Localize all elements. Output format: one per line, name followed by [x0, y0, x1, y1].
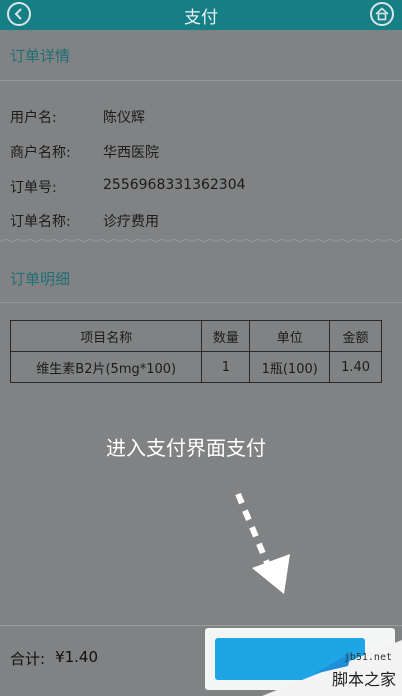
detail-label: 用户名: [10, 110, 57, 126]
detail-value: 华西医院 [103, 145, 159, 161]
footer-divider [0, 625, 402, 626]
order-items-title: 订单明细 [10, 270, 71, 288]
column-header: 项目名称 [9, 320, 203, 352]
chevron-left-icon [14, 8, 22, 20]
divider [0, 302, 402, 303]
total-value: ¥1.40 [55, 648, 99, 666]
divider [0, 80, 402, 81]
detail-value: 诊疗费用 [103, 214, 159, 230]
total-amount: 合计: ¥1.40 [10, 648, 98, 669]
detail-value: 2556968331362304 [103, 177, 246, 193]
table-cell: 维生素B2片(5mg*100) [9, 351, 203, 383]
watermark-url: jb51.net [343, 652, 392, 663]
order-items-table: 项目名称 数量 单位 金额 维生素B2片(5mg*100) 1 1瓶(100) … [9, 320, 382, 383]
detail-row-order-number: 订单号: 2556968331362304 [10, 177, 246, 197]
table-cell: 1.40 [329, 351, 382, 383]
detail-row-order-name: 订单名称: 诊疗费用 [10, 211, 159, 231]
column-header: 金额 [329, 320, 382, 352]
detail-label: 订单号: [10, 180, 57, 196]
zigzag-separator [0, 238, 402, 243]
table-header-row: 项目名称 数量 单位 金额 [9, 320, 382, 352]
order-details-title: 订单详情 [10, 47, 71, 65]
instruction-text: 进入支付界面支付 [106, 436, 266, 460]
dashed-arrow-icon [235, 492, 290, 594]
detail-row-merchant: 商户名称: 华西医院 [10, 142, 159, 162]
table-row: 维生素B2片(5mg*100) 1 1瓶(100) 1.40 [9, 351, 382, 383]
detail-value: 陈仪辉 [103, 110, 145, 126]
page-title: 支付 [184, 7, 218, 28]
watermark-text: 脚本之家 [331, 670, 396, 689]
home-button[interactable] [370, 2, 394, 26]
detail-row-username: 用户名: 陈仪辉 [10, 107, 145, 127]
detail-label: 商户名称: [10, 145, 71, 161]
total-label: 合计: [10, 650, 46, 668]
home-icon [375, 7, 389, 21]
table-cell: 1瓶(100) [249, 351, 331, 383]
column-header: 单位 [249, 320, 331, 352]
back-button[interactable] [7, 2, 31, 26]
column-header: 数量 [201, 320, 251, 352]
table-cell: 1 [201, 351, 251, 383]
detail-label: 订单名称: [10, 214, 71, 230]
header-bar: 支付 [0, 0, 402, 30]
